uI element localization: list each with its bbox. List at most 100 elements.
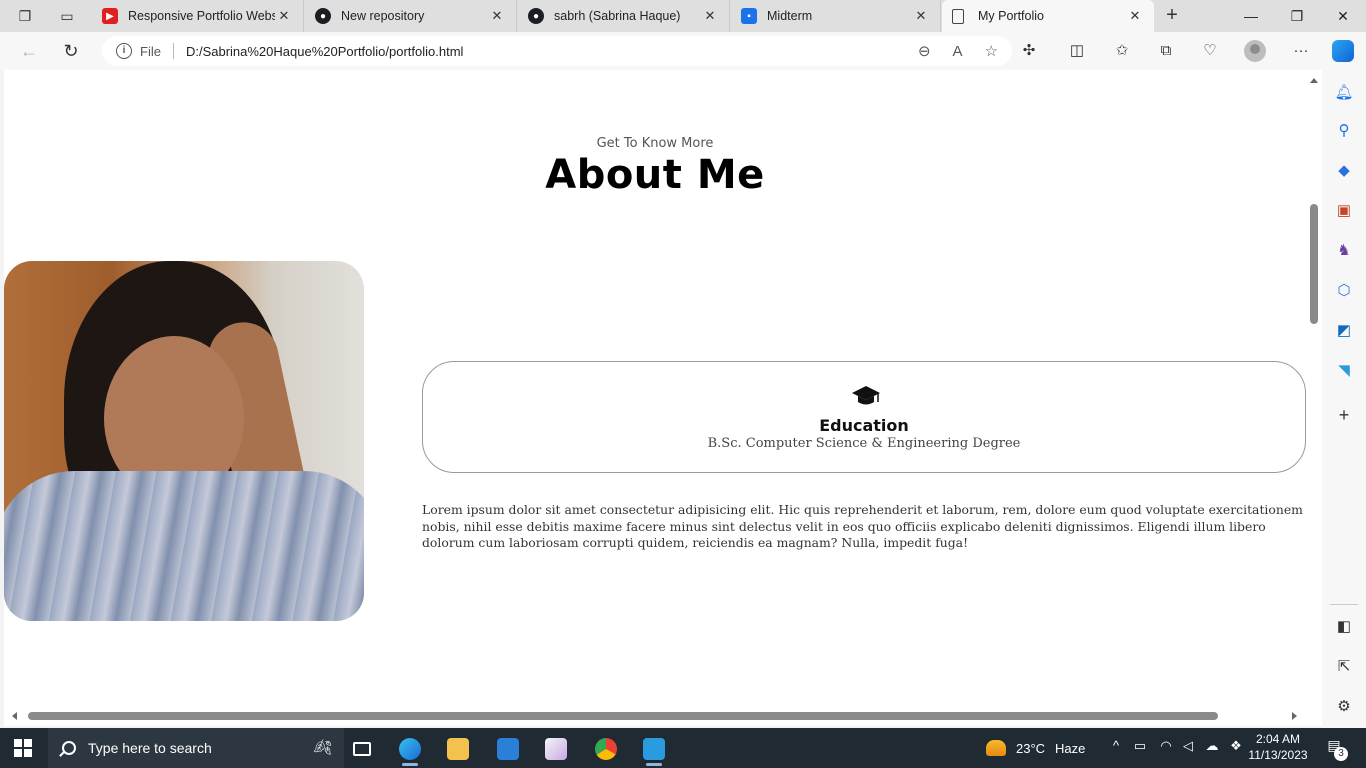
tab-title: Responsive Portfolio Websit: [128, 9, 275, 23]
education-title: Education: [819, 416, 909, 435]
minimize-button[interactable]: —: [1228, 0, 1274, 32]
education-description: B.Sc. Computer Science & Engineering Deg…: [707, 436, 1021, 451]
weather-temperature: 23°C: [1016, 740, 1046, 756]
horizontal-scroll-thumb[interactable]: [28, 712, 1218, 720]
search-highlight-icon: 🍂︎: [312, 739, 332, 756]
close-window-button[interactable]: ✕: [1320, 0, 1366, 32]
add-sidebar-app-icon[interactable]: +: [1333, 404, 1355, 426]
tab-strip: ❐ ▭ ▶ Responsive Portfolio Websit ✕ ● Ne…: [0, 0, 1366, 32]
paint-icon[interactable]: [536, 734, 576, 764]
settings-gear-icon[interactable]: ⚙: [1333, 696, 1355, 718]
microsoft-365-icon[interactable]: ⬡: [1333, 280, 1355, 302]
dropbox-icon[interactable]: ❖: [1226, 738, 1246, 754]
browser-essentials-icon[interactable]: ♡: [1199, 41, 1221, 61]
notification-center-icon[interactable]: ▤ 3: [1324, 737, 1348, 761]
address-divider: [172, 43, 174, 59]
address-bar[interactable]: i File D:/Sabrina%20Haque%20Portfolio/po…: [102, 36, 1012, 66]
tab-new-repository[interactable]: ● New repository ✕: [305, 0, 517, 32]
show-hidden-icons-chevron-icon[interactable]: ^: [1106, 738, 1126, 753]
education-card: Education B.Sc. Computer Science & Engin…: [422, 361, 1306, 473]
tab-midterm[interactable]: ▪ Midterm ✕: [731, 0, 941, 32]
vscode-icon[interactable]: [634, 734, 674, 766]
weather-condition: Haze: [1055, 740, 1086, 756]
tab-responsive-portfolio[interactable]: ▶ Responsive Portfolio Websit ✕: [92, 0, 304, 32]
hide-sidebar-icon[interactable]: ◧: [1333, 616, 1355, 638]
search-icon[interactable]: ⚲: [1333, 120, 1355, 142]
close-tab-icon[interactable]: ✕: [701, 8, 719, 24]
browser-toolbar: ← ↻ i File D:/Sabrina%20Haque%20Portfoli…: [0, 32, 1366, 70]
vertical-scrollbar[interactable]: [1306, 70, 1322, 710]
file-icon: [952, 8, 964, 24]
windows-taskbar: Type here to search 🍂︎ 23°C Haze ^ ▭ ◠ ◁…: [0, 728, 1366, 768]
shopping-tag-icon[interactable]: ◆: [1333, 160, 1355, 182]
favorites-icon[interactable]: ✩: [1111, 41, 1133, 61]
clock-date: 11/13/2023: [1248, 748, 1308, 762]
tools-icon[interactable]: ▣: [1333, 200, 1355, 222]
tab-actions-icon[interactable]: ▭: [56, 6, 78, 26]
bell-icon[interactable]: 🔔︎: [1333, 82, 1355, 104]
tab-title: sabrh (Sabrina Haque): [554, 9, 681, 23]
open-external-icon[interactable]: ⇱: [1333, 656, 1355, 678]
favorite-star-icon[interactable]: ☆: [985, 42, 998, 60]
more-menu-icon[interactable]: ···: [1290, 41, 1312, 61]
wifi-icon[interactable]: ◠: [1156, 738, 1176, 754]
photo-shirt: [4, 471, 364, 621]
classroom-icon: ▪: [741, 8, 757, 24]
scroll-up-arrow-icon[interactable]: [1310, 78, 1318, 83]
games-icon[interactable]: ♞: [1333, 240, 1355, 262]
scheme-label: File: [140, 43, 161, 59]
read-aloud-icon[interactable]: A: [953, 43, 963, 60]
tab-title: Midterm: [767, 9, 813, 23]
workspaces-icon[interactable]: ❐: [14, 6, 36, 26]
page-viewport: Get To Know More About Me Education B.Sc…: [4, 70, 1322, 726]
youtube-icon: ▶: [102, 8, 118, 24]
notification-badge: 3: [1334, 747, 1348, 761]
file-explorer-icon[interactable]: [438, 734, 478, 764]
copilot-icon[interactable]: [1332, 40, 1354, 62]
weather-haze-icon: [986, 740, 1006, 756]
chrome-icon[interactable]: [586, 734, 626, 764]
collections-icon[interactable]: ⧉: [1155, 41, 1177, 61]
new-tab-button[interactable]: +: [1160, 4, 1184, 28]
tab-sabrh-profile[interactable]: ● sabrh (Sabrina Haque) ✕: [518, 0, 730, 32]
tab-my-portfolio[interactable]: My Portfolio ✕: [942, 0, 1154, 32]
clock-time: 2:04 AM: [1255, 732, 1301, 746]
close-tab-icon[interactable]: ✕: [912, 8, 930, 24]
split-screen-icon[interactable]: ◫: [1066, 41, 1088, 61]
close-tab-icon[interactable]: ✕: [275, 8, 293, 24]
taskbar-search-box[interactable]: Type here to search 🍂︎: [48, 728, 344, 768]
close-tab-icon[interactable]: ✕: [488, 8, 506, 24]
restore-button[interactable]: ❐: [1274, 0, 1320, 32]
task-view-icon[interactable]: [342, 734, 382, 764]
weather-widget[interactable]: 23°C Haze: [986, 728, 1085, 768]
mail-icon[interactable]: [488, 734, 528, 764]
search-icon: [62, 741, 76, 755]
github-icon: ●: [528, 8, 544, 24]
back-button[interactable]: ←: [16, 39, 42, 63]
sidebar-divider: [1330, 604, 1358, 605]
github-icon: ●: [315, 8, 331, 24]
search-placeholder: Type here to search: [88, 740, 212, 756]
refresh-button[interactable]: ↻: [58, 39, 84, 63]
onedrive-cloud-icon[interactable]: ☁: [1202, 738, 1222, 754]
outlook-icon[interactable]: ◩: [1333, 320, 1355, 342]
battery-icon[interactable]: ▭: [1130, 738, 1150, 754]
scroll-right-arrow-icon[interactable]: [1292, 712, 1297, 720]
tab-title: New repository: [341, 9, 425, 23]
extensions-icon[interactable]: ✣: [1018, 41, 1040, 61]
site-info-icon[interactable]: i: [116, 43, 132, 59]
system-clock[interactable]: 2:04 AM 11/13/2023: [1248, 731, 1308, 763]
horizontal-scrollbar[interactable]: [4, 708, 1306, 724]
about-paragraph: Lorem ipsum dolor sit amet consectetur a…: [422, 502, 1303, 550]
zoom-out-icon[interactable]: ⊖: [918, 42, 931, 60]
url-text[interactable]: D:/Sabrina%20Haque%20Portfolio/portfolio…: [186, 44, 896, 59]
windows-start-icon[interactable]: [14, 739, 32, 757]
edge-taskbar-icon[interactable]: [390, 734, 430, 766]
drop-icon[interactable]: ◥: [1333, 360, 1355, 382]
scroll-left-arrow-icon[interactable]: [12, 712, 17, 720]
profile-avatar[interactable]: [1244, 40, 1266, 62]
close-tab-icon[interactable]: ✕: [1126, 8, 1144, 24]
vertical-scroll-thumb[interactable]: [1310, 204, 1318, 324]
volume-icon[interactable]: ◁: [1178, 738, 1198, 754]
tab-title: My Portfolio: [978, 9, 1044, 23]
